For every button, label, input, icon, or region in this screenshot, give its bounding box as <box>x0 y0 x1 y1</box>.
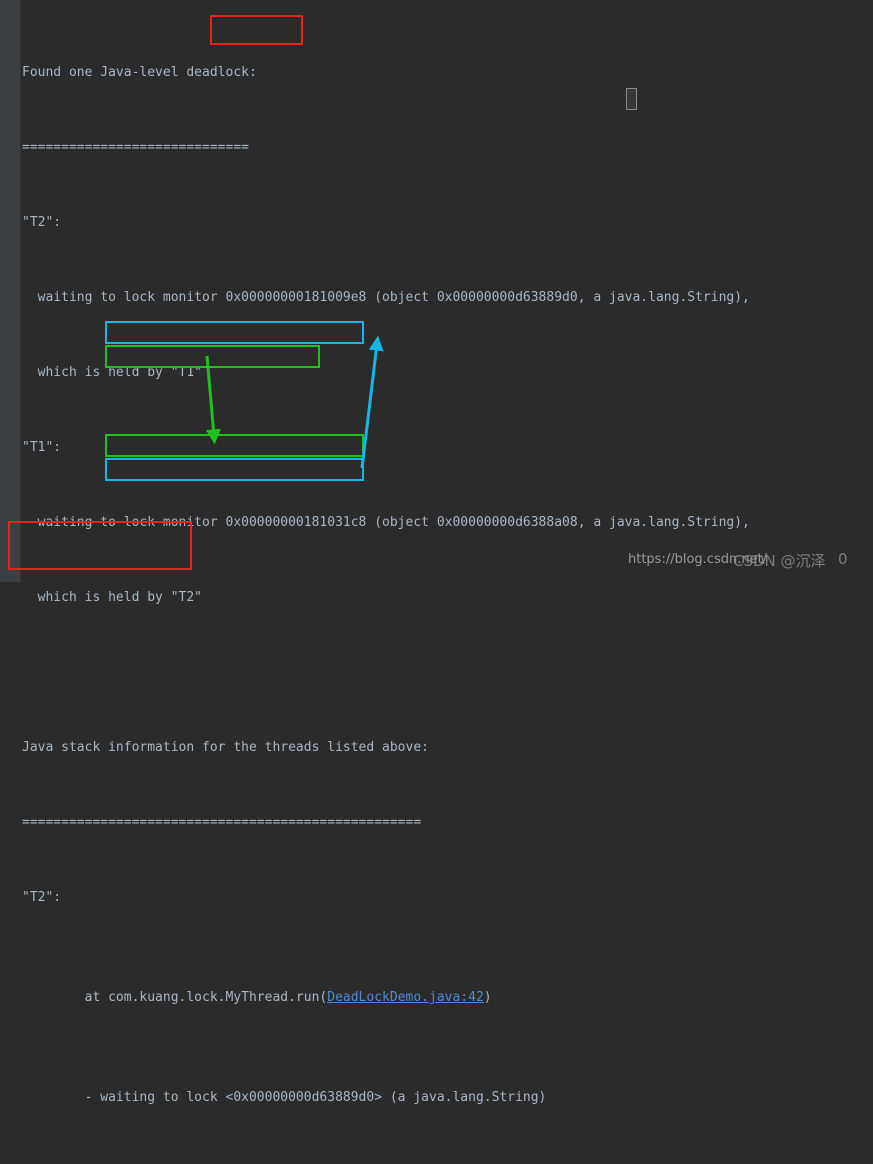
stack-frame-prefix: at com.kuang.lock.MyThread.run( <box>22 990 328 1005</box>
output-line: "T2": <box>22 890 62 905</box>
output-line: "T1": <box>22 440 62 455</box>
thread-dump-output[interactable]: Found one Java-level deadlock: =========… <box>22 10 873 1164</box>
watermark-overlay: CSDN @沉泽 <box>733 552 826 570</box>
source-link-deadlockdemo[interactable]: DeadLockDemo.java:42 <box>327 990 484 1005</box>
output-line: Java stack information for the threads l… <box>22 740 429 755</box>
editor-gutter <box>0 0 20 582</box>
output-line: Found one Java-level deadlock: <box>22 65 257 80</box>
output-line: - waiting to lock <0x00000000d63889d0> (… <box>22 1090 547 1105</box>
stack-frame-line: at com.kuang.lock.MyThread.run(DeadLockD… <box>22 985 873 1010</box>
output-line: which is held by "T1" <box>22 365 203 380</box>
output-line: "T2": <box>22 215 62 230</box>
output-line: - locked <0x00000000d6388a08> (a java.la… <box>22 1160 873 1164</box>
console-window: Found one Java-level deadlock: =========… <box>0 0 873 1105</box>
separator-line-1: ============================= <box>22 140 249 155</box>
gutter-divider <box>20 0 21 582</box>
text-caret <box>626 88 637 110</box>
output-line: which is held by "T2" <box>22 590 203 605</box>
stack-frame-suffix: ) <box>483 990 492 1005</box>
output-line: waiting to lock monitor 0x00000000181009… <box>22 290 750 305</box>
watermark-suffix: 0 <box>838 550 848 568</box>
separator-line-2: ========================================… <box>22 815 422 830</box>
output-line: waiting to lock monitor 0x00000000181031… <box>22 515 750 530</box>
